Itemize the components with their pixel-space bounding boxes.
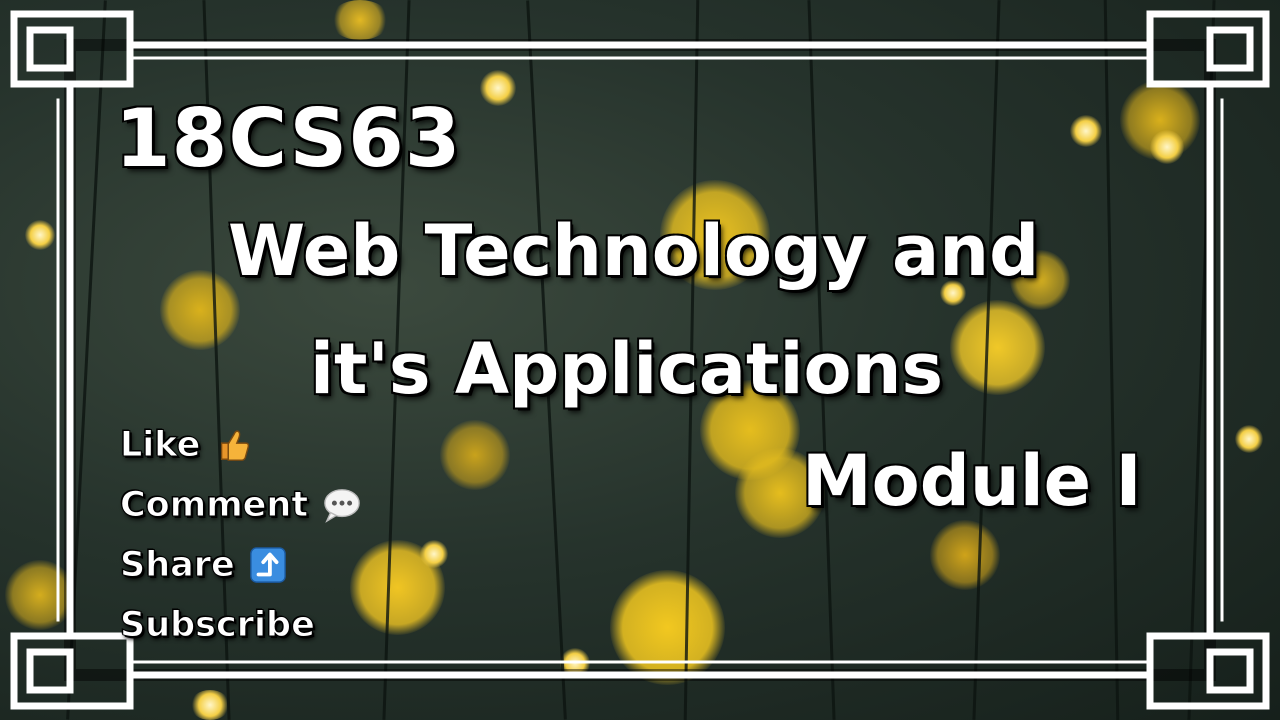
like-prompt: Like bbox=[119, 425, 360, 466]
corner-ornament-top-left bbox=[10, 10, 134, 100]
comment-prompt: Comment bbox=[119, 485, 360, 526]
module-label: Module I bbox=[801, 439, 1143, 523]
course-code: 18CS63 bbox=[114, 91, 462, 186]
call-to-action-list: Like Comment Share Subscribe bbox=[119, 425, 360, 646]
subscribe-prompt: Subscribe bbox=[120, 605, 360, 646]
thumbnail-canvas: 18CS63 Web Technology and it's Applicati… bbox=[0, 0, 1280, 720]
speech-bubble-icon bbox=[322, 486, 360, 524]
share-prompt: Share bbox=[120, 545, 360, 586]
corner-ornament-bottom-left bbox=[10, 620, 134, 710]
comment-label: Comment bbox=[119, 485, 309, 526]
corner-ornament-top-right bbox=[1146, 10, 1270, 100]
subscribe-label: Subscribe bbox=[120, 605, 316, 646]
share-label: Share bbox=[120, 545, 236, 586]
like-label: Like bbox=[119, 425, 201, 466]
title-line-1: Web Technology and bbox=[227, 209, 1040, 293]
share-arrow-icon bbox=[249, 546, 287, 584]
corner-ornament-bottom-right bbox=[1146, 620, 1270, 710]
thumbs-up-icon bbox=[214, 426, 252, 464]
title-line-2: it's Applications bbox=[309, 327, 944, 411]
